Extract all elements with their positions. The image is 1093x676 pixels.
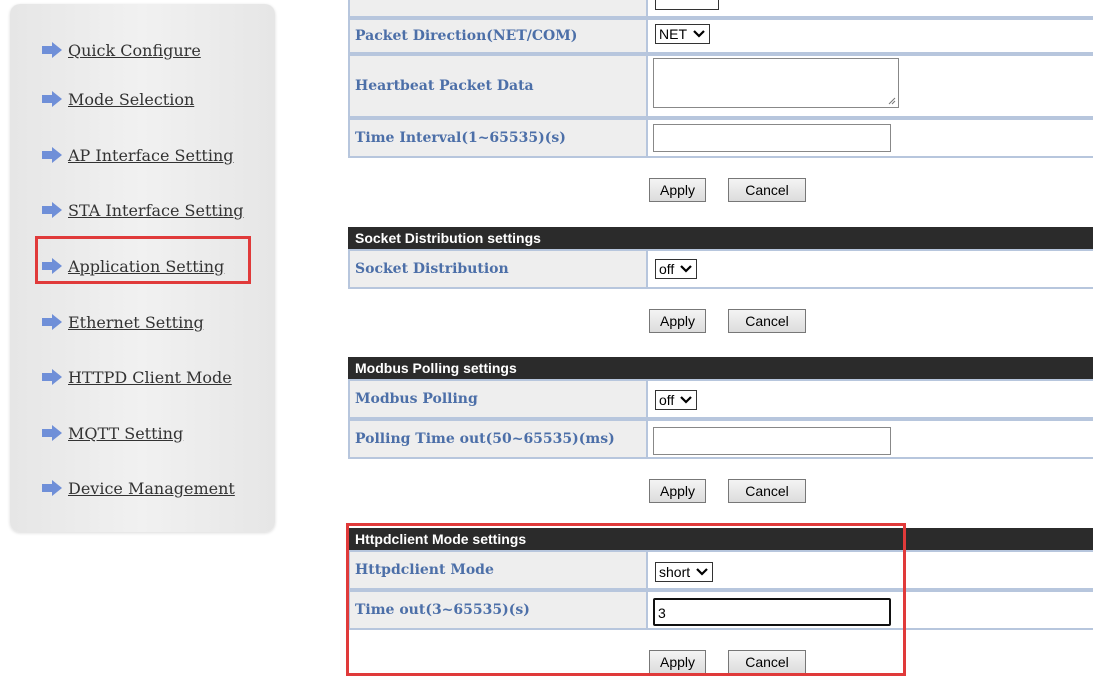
heartbeat-data-textarea[interactable]	[653, 58, 899, 108]
httpdclient-mode-row: Httpdclient Mode short	[348, 550, 1093, 590]
socket-distribution-row: Socket Distribution off	[348, 249, 1093, 289]
time-interval-label: Time Interval(1~65535)(s)	[348, 118, 648, 158]
arrow-right-icon	[42, 314, 62, 330]
arrow-right-icon	[42, 202, 62, 218]
sidebar-menu: Quick Configure Mode Selection AP Interf…	[10, 4, 275, 532]
httpdclient-mode-header: Httpdclient Mode settings	[348, 528, 1093, 550]
socket-distribution-label: Socket Distribution	[348, 249, 648, 289]
modbus-polling-label: Modbus Polling	[348, 379, 648, 419]
cancel-button[interactable]: Cancel	[728, 178, 806, 202]
sidebar-item-label: STA Interface Setting	[68, 200, 244, 220]
cancel-button[interactable]: Cancel	[728, 309, 806, 333]
apply-button[interactable]: Apply	[649, 479, 706, 503]
chevron-down-icon	[680, 396, 693, 404]
socket-distribution-value: off	[659, 261, 675, 277]
sidebar-item-label: Mode Selection	[68, 89, 195, 109]
cancel-button[interactable]: Cancel	[728, 479, 806, 503]
sidebar-item-label: Device Management	[68, 478, 235, 498]
chevron-down-icon	[680, 265, 693, 273]
httpdclient-mode-cell: short	[648, 550, 1093, 590]
httpdclient-timeout-input[interactable]: 3	[653, 598, 891, 626]
sidebar-item-device-management[interactable]: Device Management	[41, 477, 235, 499]
sidebar-item-label: Quick Configure	[68, 40, 201, 60]
sidebar-item-label: MQTT Setting	[68, 423, 184, 443]
httpdclient-timeout-label: Time out(3~65535)(s)	[348, 590, 648, 630]
arrow-right-icon	[42, 91, 62, 107]
arrow-right-icon	[42, 369, 62, 385]
apply-button[interactable]: Apply	[649, 178, 706, 202]
cancel-button[interactable]: Cancel	[728, 650, 806, 674]
polling-timeout-row: Polling Time out(50~65535)(ms)	[348, 419, 1093, 459]
arrow-right-icon	[42, 258, 62, 274]
socket-distribution-header: Socket Distribution settings	[348, 227, 1093, 249]
sidebar-item-ap-interface-setting[interactable]: AP Interface Setting	[41, 144, 234, 166]
packet-direction-value: NET	[659, 26, 687, 42]
sidebar-item-sta-interface-setting[interactable]: STA Interface Setting	[41, 199, 244, 221]
arrow-right-icon	[42, 425, 62, 441]
time-interval-row: Time Interval(1~65535)(s)	[348, 118, 1093, 158]
time-interval-input[interactable]	[653, 124, 891, 152]
arrow-right-icon	[42, 42, 62, 58]
time-interval-cell	[648, 118, 1093, 158]
sidebar-item-ethernet-setting[interactable]: Ethernet Setting	[41, 311, 204, 333]
sidebar-item-label: AP Interface Setting	[68, 145, 234, 165]
clipped-select[interactable]	[655, 0, 719, 10]
polling-timeout-input[interactable]	[653, 427, 891, 455]
sidebar-item-mode-selection[interactable]: Mode Selection	[41, 88, 194, 110]
clipped-row	[348, 0, 1093, 18]
modbus-polling-select[interactable]: off	[655, 390, 698, 410]
modbus-polling-cell: off	[648, 379, 1093, 419]
chevron-down-icon	[693, 30, 705, 38]
packet-direction-label: Packet Direction(NET/COM)	[348, 18, 648, 54]
resize-grip-icon[interactable]	[887, 96, 896, 105]
httpdclient-timeout-row: Time out(3~65535)(s) 3	[348, 590, 1093, 630]
clipped-label	[348, 0, 648, 18]
sidebar-item-label: HTTPD Client Mode	[68, 367, 232, 387]
sidebar-item-quick-configure[interactable]: Quick Configure	[41, 39, 201, 61]
socket-distribution-cell: off	[648, 249, 1093, 289]
modbus-polling-value: off	[659, 392, 675, 408]
packet-direction-select[interactable]: NET	[655, 24, 710, 44]
socket-distribution-select[interactable]: off	[655, 259, 698, 279]
sidebar-item-httpd-client-mode[interactable]: HTTPD Client Mode	[41, 366, 232, 388]
polling-timeout-cell	[648, 419, 1093, 459]
sidebar-item-mqtt-setting[interactable]: MQTT Setting	[41, 422, 183, 444]
apply-button[interactable]: Apply	[649, 309, 706, 333]
apply-button[interactable]: Apply	[649, 650, 706, 674]
heartbeat-data-label: Heartbeat Packet Data	[348, 54, 648, 118]
polling-timeout-label: Polling Time out(50~65535)(ms)	[348, 419, 648, 459]
packet-direction-row: Packet Direction(NET/COM) NET	[348, 18, 1093, 54]
heartbeat-data-cell	[648, 54, 1093, 118]
heartbeat-data-row: Heartbeat Packet Data	[348, 54, 1093, 118]
httpdclient-mode-label: Httpdclient Mode	[348, 550, 648, 590]
sidebar-item-label: Application Setting	[68, 256, 225, 276]
httpdclient-timeout-cell: 3	[648, 590, 1093, 630]
modbus-polling-header: Modbus Polling settings	[348, 357, 1093, 379]
sidebar-item-application-setting[interactable]: Application Setting	[41, 255, 224, 277]
arrow-right-icon	[42, 147, 62, 163]
httpdclient-mode-value: short	[659, 564, 691, 580]
clipped-value-cell	[648, 0, 1093, 18]
packet-direction-cell: NET	[648, 18, 1093, 54]
arrow-right-icon	[42, 480, 62, 496]
chevron-down-icon	[696, 568, 708, 576]
sidebar-item-label: Ethernet Setting	[68, 312, 204, 332]
httpdclient-mode-select[interactable]: short	[655, 562, 714, 582]
settings-content: Packet Direction(NET/COM) NET Heartbeat …	[348, 0, 1093, 676]
modbus-polling-row: Modbus Polling off	[348, 379, 1093, 419]
